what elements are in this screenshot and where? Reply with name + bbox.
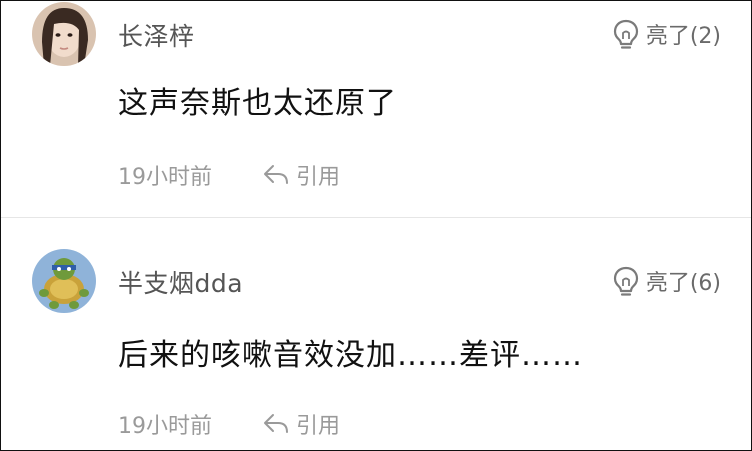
timestamp: 19小时前 bbox=[118, 414, 212, 439]
username[interactable]: 长泽梓 bbox=[118, 17, 195, 53]
quote-button[interactable]: 引用 bbox=[262, 408, 340, 440]
comment-list: 长泽梓 亮了(2) 这声奈斯也太还原了 19小时前 引用 半支烟dda 亮了(6… bbox=[0, 0, 752, 451]
avatar[interactable] bbox=[32, 249, 96, 313]
comment-text: 后来的咳嗽音效没加……差评…… bbox=[118, 338, 583, 373]
quote-label: 引用 bbox=[296, 165, 341, 190]
reply-arrow-icon bbox=[264, 165, 288, 184]
quote-button[interactable]: 引用 bbox=[262, 159, 340, 191]
timestamp: 19小时前 bbox=[118, 165, 212, 190]
comment-item: 长泽梓 亮了(2) 这声奈斯也太还原了 19小时前 引用 bbox=[1, 1, 751, 217]
turtle-avatar-icon bbox=[32, 249, 96, 313]
like-button[interactable]: 亮了(6) bbox=[611, 265, 721, 297]
quote-label: 引用 bbox=[296, 414, 341, 439]
username[interactable]: 半支烟dda bbox=[118, 264, 243, 300]
comment-meta: 19小时前 引用 bbox=[118, 408, 340, 440]
lightbulb-icon bbox=[613, 19, 638, 49]
avatar[interactable] bbox=[32, 2, 96, 66]
user-photo-avatar-icon bbox=[32, 2, 96, 66]
like-button[interactable]: 亮了(2) bbox=[611, 18, 721, 50]
comment-text: 这声奈斯也太还原了 bbox=[118, 86, 397, 121]
like-count: 亮了(2) bbox=[645, 24, 721, 49]
lightbulb-icon bbox=[613, 266, 638, 296]
reply-arrow-icon bbox=[264, 414, 288, 433]
like-count: 亮了(6) bbox=[645, 271, 721, 296]
comment-meta: 19小时前 引用 bbox=[118, 159, 340, 191]
comment-item: 半支烟dda 亮了(6) 后来的咳嗽音效没加……差评…… 19小时前 引用 bbox=[1, 218, 751, 450]
